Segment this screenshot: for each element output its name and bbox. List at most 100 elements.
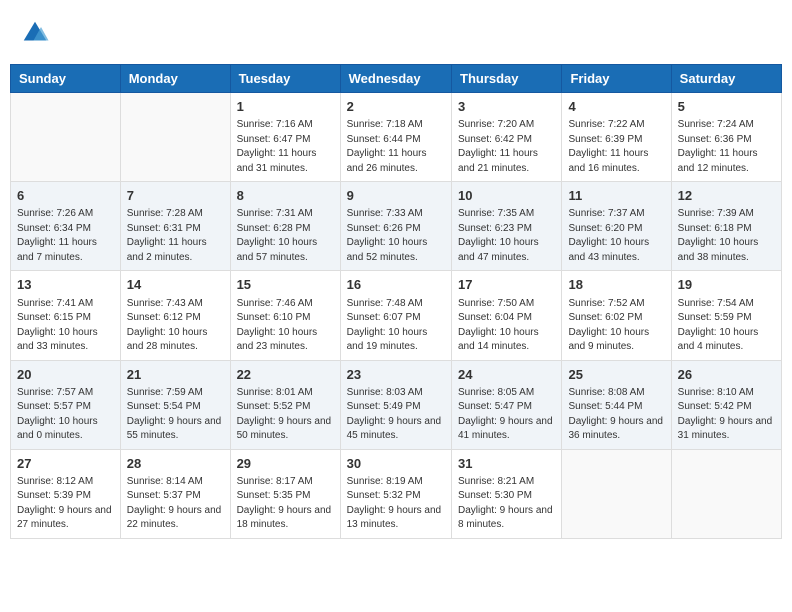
calendar-cell: 16 Sunrise: 7:48 AM Sunset: 6:07 PM Dayli… <box>340 271 451 360</box>
calendar-cell: 15 Sunrise: 7:46 AM Sunset: 6:10 PM Dayli… <box>230 271 340 360</box>
calendar-cell: 31Sunrise: 8:21 AM Sunset: 5:30 PM Dayli… <box>452 449 562 538</box>
logo-icon <box>20 18 50 48</box>
calendar-header-row: SundayMondayTuesdayWednesdayThursdayFrid… <box>11 65 782 93</box>
calendar-cell: 27 Sunrise: 8:12 AM Sunset: 5:39 PM Dayli… <box>11 449 121 538</box>
calendar-cell: 11 Sunrise: 7:37 AM Sunset: 6:20 PM Dayli… <box>562 182 671 271</box>
calendar-week-row: 20 Sunrise: 7:57 AM Sunset: 5:57 PM Dayli… <box>11 360 782 449</box>
day-number: 21 <box>127 366 224 384</box>
day-info: Sunrise: 8:08 AM Sunset: 5:44 PM Dayligh… <box>568 386 664 444</box>
calendar-cell: 9 Sunrise: 7:33 AM Sunset: 6:26 PM Daylig… <box>340 182 451 271</box>
day-number: 6 <box>17 187 114 205</box>
day-number: 9 <box>347 187 445 205</box>
day-number: 8 <box>237 187 334 205</box>
day-info: Sunrise: 7:22 AM Sunset: 6:39 PM Dayligh… <box>568 118 664 176</box>
day-number: 23 <box>347 366 445 384</box>
day-number: 18 <box>568 276 664 294</box>
day-info: Sunrise: 7:54 AM Sunset: 5:59 PM Dayligh… <box>678 297 775 355</box>
day-info: Sunrise: 8:21 AM Sunset: 5:30 PM Dayligh… <box>458 475 555 533</box>
day-number: 30 <box>347 455 445 473</box>
day-number: 20 <box>17 366 114 384</box>
day-info: Sunrise: 7:26 AM Sunset: 6:34 PM Dayligh… <box>17 207 114 265</box>
day-info: Sunrise: 8:12 AM Sunset: 5:39 PM Dayligh… <box>17 475 114 533</box>
day-info: Sunrise: 7:31 AM Sunset: 6:28 PM Dayligh… <box>237 207 334 265</box>
calendar-cell: 12 Sunrise: 7:39 AM Sunset: 6:18 PM Dayli… <box>671 182 781 271</box>
calendar-cell: 7 Sunrise: 7:28 AM Sunset: 6:31 PM Daylig… <box>120 182 230 271</box>
calendar-cell <box>11 93 121 182</box>
day-number: 16 <box>347 276 445 294</box>
day-number: 28 <box>127 455 224 473</box>
calendar-cell: 17 Sunrise: 7:50 AM Sunset: 6:04 PM Dayli… <box>452 271 562 360</box>
day-number: 13 <box>17 276 114 294</box>
calendar-cell: 20 Sunrise: 7:57 AM Sunset: 5:57 PM Dayli… <box>11 360 121 449</box>
calendar-cell: 1Sunrise: 7:16 AM Sunset: 6:47 PM Daylig… <box>230 93 340 182</box>
calendar-cell: 25 Sunrise: 8:08 AM Sunset: 5:44 PM Dayli… <box>562 360 671 449</box>
day-info: Sunrise: 7:39 AM Sunset: 6:18 PM Dayligh… <box>678 207 775 265</box>
calendar-cell: 23 Sunrise: 8:03 AM Sunset: 5:49 PM Dayli… <box>340 360 451 449</box>
day-info: Sunrise: 8:10 AM Sunset: 5:42 PM Dayligh… <box>678 386 775 444</box>
calendar-cell: 8 Sunrise: 7:31 AM Sunset: 6:28 PM Daylig… <box>230 182 340 271</box>
day-number: 5 <box>678 98 775 116</box>
day-info: Sunrise: 8:01 AM Sunset: 5:52 PM Dayligh… <box>237 386 334 444</box>
calendar-cell: 28 Sunrise: 8:14 AM Sunset: 5:37 PM Dayli… <box>120 449 230 538</box>
calendar-cell <box>562 449 671 538</box>
day-number: 2 <box>347 98 445 116</box>
calendar-cell: 2Sunrise: 7:18 AM Sunset: 6:44 PM Daylig… <box>340 93 451 182</box>
day-number: 11 <box>568 187 664 205</box>
calendar-cell: 30 Sunrise: 8:19 AM Sunset: 5:32 PM Dayli… <box>340 449 451 538</box>
day-number: 22 <box>237 366 334 384</box>
calendar-cell: 10 Sunrise: 7:35 AM Sunset: 6:23 PM Dayli… <box>452 182 562 271</box>
calendar-cell: 18 Sunrise: 7:52 AM Sunset: 6:02 PM Dayli… <box>562 271 671 360</box>
calendar-cell: 4 Sunrise: 7:22 AM Sunset: 6:39 PM Daylig… <box>562 93 671 182</box>
day-info: Sunrise: 7:52 AM Sunset: 6:02 PM Dayligh… <box>568 297 664 355</box>
day-info: Sunrise: 7:48 AM Sunset: 6:07 PM Dayligh… <box>347 297 445 355</box>
day-info: Sunrise: 7:33 AM Sunset: 6:26 PM Dayligh… <box>347 207 445 265</box>
day-info: Sunrise: 7:20 AM Sunset: 6:42 PM Dayligh… <box>458 118 555 176</box>
calendar-cell: 14 Sunrise: 7:43 AM Sunset: 6:12 PM Dayli… <box>120 271 230 360</box>
calendar-header-tuesday: Tuesday <box>230 65 340 93</box>
calendar-cell: 19 Sunrise: 7:54 AM Sunset: 5:59 PM Dayli… <box>671 271 781 360</box>
calendar-header-thursday: Thursday <box>452 65 562 93</box>
page-header <box>10 10 782 56</box>
day-info: Sunrise: 7:35 AM Sunset: 6:23 PM Dayligh… <box>458 207 555 265</box>
day-number: 24 <box>458 366 555 384</box>
day-number: 15 <box>237 276 334 294</box>
day-info: Sunrise: 7:57 AM Sunset: 5:57 PM Dayligh… <box>17 386 114 444</box>
day-info: Sunrise: 7:41 AM Sunset: 6:15 PM Dayligh… <box>17 297 114 355</box>
calendar-week-row: 13 Sunrise: 7:41 AM Sunset: 6:15 PM Dayli… <box>11 271 782 360</box>
day-info: Sunrise: 8:19 AM Sunset: 5:32 PM Dayligh… <box>347 475 445 533</box>
calendar-cell: 6 Sunrise: 7:26 AM Sunset: 6:34 PM Daylig… <box>11 182 121 271</box>
day-number: 14 <box>127 276 224 294</box>
calendar-cell: 29Sunrise: 8:17 AM Sunset: 5:35 PM Dayli… <box>230 449 340 538</box>
day-info: Sunrise: 7:37 AM Sunset: 6:20 PM Dayligh… <box>568 207 664 265</box>
day-number: 17 <box>458 276 555 294</box>
day-info: Sunrise: 8:14 AM Sunset: 5:37 PM Dayligh… <box>127 475 224 533</box>
calendar-header-friday: Friday <box>562 65 671 93</box>
day-number: 25 <box>568 366 664 384</box>
calendar-table: SundayMondayTuesdayWednesdayThursdayFrid… <box>10 64 782 539</box>
day-number: 29 <box>237 455 334 473</box>
day-number: 7 <box>127 187 224 205</box>
day-number: 27 <box>17 455 114 473</box>
calendar-cell <box>671 449 781 538</box>
day-info: Sunrise: 8:03 AM Sunset: 5:49 PM Dayligh… <box>347 386 445 444</box>
day-info: Sunrise: 8:05 AM Sunset: 5:47 PM Dayligh… <box>458 386 555 444</box>
day-number: 3 <box>458 98 555 116</box>
day-number: 12 <box>678 187 775 205</box>
calendar-cell <box>120 93 230 182</box>
calendar-week-row: 27 Sunrise: 8:12 AM Sunset: 5:39 PM Dayli… <box>11 449 782 538</box>
calendar-cell: 5Sunrise: 7:24 AM Sunset: 6:36 PM Daylig… <box>671 93 781 182</box>
calendar-header-monday: Monday <box>120 65 230 93</box>
day-info: Sunrise: 7:50 AM Sunset: 6:04 PM Dayligh… <box>458 297 555 355</box>
day-info: Sunrise: 7:46 AM Sunset: 6:10 PM Dayligh… <box>237 297 334 355</box>
calendar-cell: 26Sunrise: 8:10 AM Sunset: 5:42 PM Dayli… <box>671 360 781 449</box>
day-number: 19 <box>678 276 775 294</box>
day-number: 10 <box>458 187 555 205</box>
day-info: Sunrise: 7:28 AM Sunset: 6:31 PM Dayligh… <box>127 207 224 265</box>
calendar-cell: 24 Sunrise: 8:05 AM Sunset: 5:47 PM Dayli… <box>452 360 562 449</box>
day-info: Sunrise: 7:43 AM Sunset: 6:12 PM Dayligh… <box>127 297 224 355</box>
day-number: 4 <box>568 98 664 116</box>
calendar-cell: 21Sunrise: 7:59 AM Sunset: 5:54 PM Dayli… <box>120 360 230 449</box>
calendar-cell: 13 Sunrise: 7:41 AM Sunset: 6:15 PM Dayli… <box>11 271 121 360</box>
calendar-cell: 3 Sunrise: 7:20 AM Sunset: 6:42 PM Daylig… <box>452 93 562 182</box>
day-number: 1 <box>237 98 334 116</box>
